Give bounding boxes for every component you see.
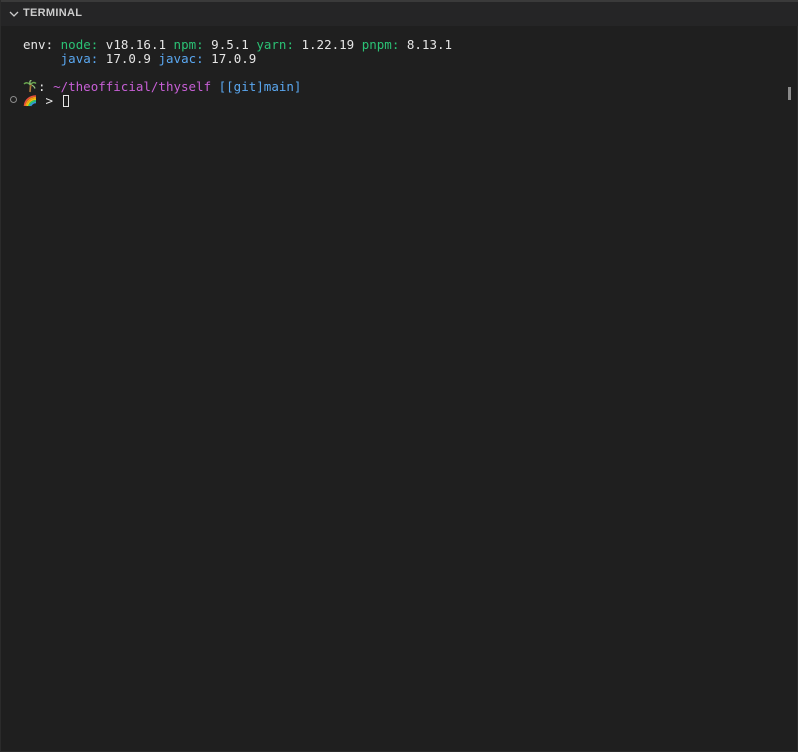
npm-key: npm: [173,37,204,52]
cwd-path: ~/theofficial/thyself [53,79,212,94]
terminal-panel-header[interactable]: TERMINAL [1,0,798,26]
palm-tree-icon [23,80,37,93]
rainbow-icon [23,95,37,107]
java-key: java: [60,51,99,66]
text-cursor[interactable] [62,95,69,107]
command-decoration-icon[interactable] [10,96,17,103]
env-line-1: env: node: v18.16.1 npm: 9.5.1 yarn: 1.2… [23,38,452,52]
javac-version: 17.0.9 [203,51,257,66]
java-version: 17.0.9 [98,51,159,66]
prompt-colon: : [38,79,54,94]
npm-version: 9.5.1 [203,37,257,52]
node-version: v18.16.1 [98,37,174,52]
env-prefix: env: [23,37,61,52]
terminal-panel: TERMINAL env: node: v18.16.1 npm: 9.5.1 … [0,0,798,752]
terminal-title: TERMINAL [23,7,83,19]
pnpm-version: 8.13.1 [399,37,453,52]
chevron-down-icon[interactable] [8,8,20,20]
pnpm-key: pnpm: [361,37,400,52]
terminal-output[interactable]: env: node: v18.16.1 npm: 9.5.1 yarn: 1.2… [1,26,798,752]
input-line[interactable]: > [23,94,69,108]
yarn-version: 1.22.19 [293,37,362,52]
scrollbar-marker[interactable] [788,87,791,100]
node-key: node: [60,37,99,52]
prompt-caret: > [38,93,61,108]
env-line-2: java: 17.0.9 javac: 17.0.9 [23,51,257,66]
yarn-key: yarn: [256,37,294,52]
prompt-line: : ~/theofficial/thyself [[git]main] [23,80,301,94]
git-branch: [[git]main] [211,79,302,94]
env-indent [23,51,61,66]
javac-key: javac: [158,51,204,66]
